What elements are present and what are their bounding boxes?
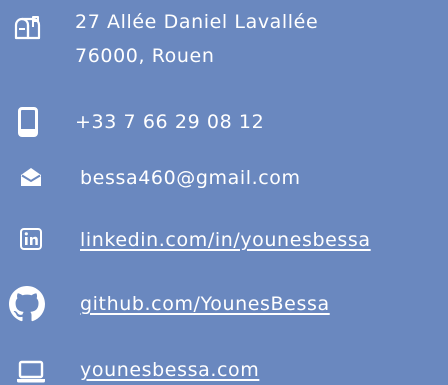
smartphone-icon bbox=[18, 107, 38, 137]
github-icon bbox=[9, 286, 45, 322]
linkedin-item[interactable]: linkedin.com/in/younesbessa bbox=[0, 220, 448, 260]
email-item[interactable]: bessa460@gmail.com bbox=[0, 160, 448, 200]
website-link[interactable]: younesbessa.com bbox=[80, 358, 259, 382]
github-link[interactable]: github.com/YounesBessa bbox=[80, 292, 330, 316]
linkedin-icon bbox=[20, 228, 42, 250]
envelope-icon bbox=[20, 167, 42, 187]
website-item[interactable]: younesbessa.com bbox=[0, 348, 448, 385]
address-line2: 76000, Rouen bbox=[75, 45, 215, 67]
address-item: 27 Allée Daniel Lavallée 76000, Rouen bbox=[0, 0, 448, 80]
linkedin-link[interactable]: linkedin.com/in/younesbessa bbox=[80, 228, 371, 252]
email-address[interactable]: bessa460@gmail.com bbox=[80, 166, 301, 190]
phone-item: +33 7 66 29 08 12 bbox=[0, 96, 448, 146]
phone-number: +33 7 66 29 08 12 bbox=[75, 111, 265, 133]
github-item[interactable]: github.com/YounesBessa bbox=[0, 280, 448, 328]
laptop-icon bbox=[16, 360, 46, 384]
address-line1: 27 Allée Daniel Lavallée bbox=[75, 11, 319, 33]
mailbox-icon bbox=[12, 14, 42, 40]
